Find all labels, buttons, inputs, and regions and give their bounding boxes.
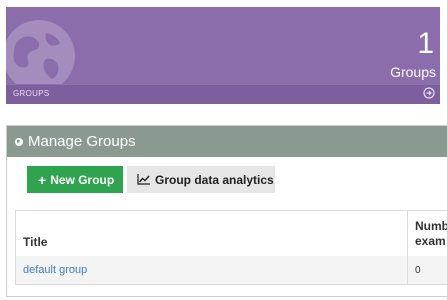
groups-table: Title Numb exam default group 0 <box>15 210 447 285</box>
groups-stat-tile[interactable]: 1 Groups GROUPS <box>6 7 440 104</box>
groups-count: 1 <box>417 27 434 60</box>
table-row: default group 0 <box>15 256 447 285</box>
new-group-label: New Group <box>50 172 115 187</box>
group-analytics-label: Group data analytics <box>155 172 274 187</box>
panel-header: Manage Groups <box>7 126 447 157</box>
group-exam-count: 0 <box>415 265 421 276</box>
tile-footer[interactable]: GROUPS <box>6 84 440 104</box>
line-chart-icon <box>137 174 150 185</box>
column-header-title[interactable]: Title <box>23 235 47 249</box>
tile-footer-label: GROUPS <box>13 89 50 98</box>
column-header-exams[interactable]: Numb exam <box>415 219 447 249</box>
globe-small-icon <box>15 138 23 146</box>
table-header-row: Title Numb exam <box>15 210 447 257</box>
circle-arrow-right-icon[interactable] <box>423 87 435 99</box>
new-group-button[interactable]: + New Group <box>27 166 123 193</box>
manage-groups-panel: Manage Groups + New Group Group data ana… <box>6 125 447 297</box>
group-analytics-button[interactable]: Group data analytics <box>127 166 275 193</box>
plus-icon: + <box>38 171 47 188</box>
group-title-link[interactable]: default group <box>23 264 87 276</box>
column-divider <box>407 210 408 285</box>
groups-count-label: Groups <box>390 64 436 80</box>
globe-icon <box>6 20 75 92</box>
panel-title: Manage Groups <box>28 133 136 150</box>
